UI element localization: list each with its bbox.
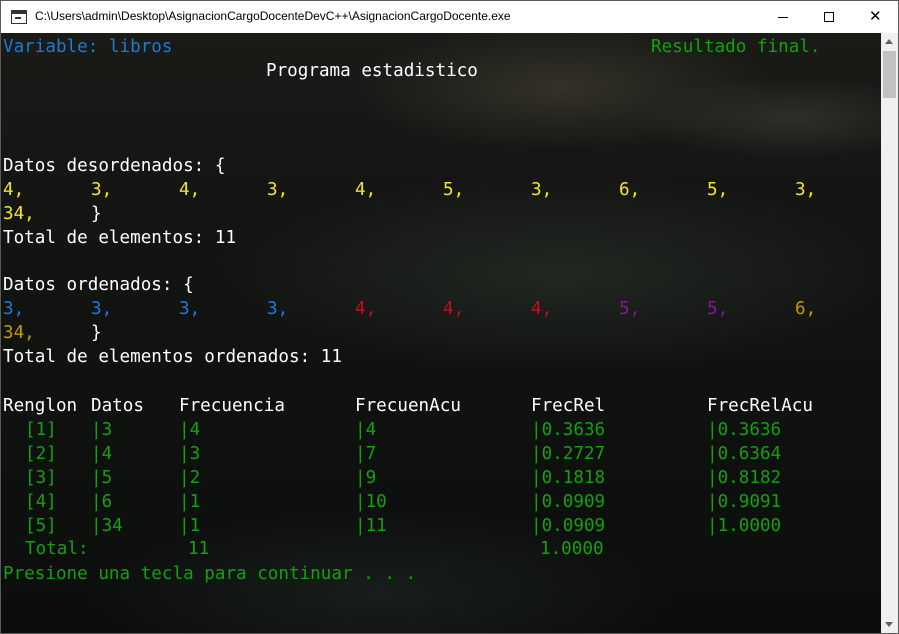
close-button[interactable]: ✕ (852, 1, 898, 33)
table-cell: |11 (355, 516, 387, 536)
header-line: Variable: libros Resultado final. (3, 35, 820, 59)
unordered-last-value: 34, (3, 204, 35, 224)
unordered-close-brace: } (91, 204, 102, 224)
table-total-label: Total: (25, 539, 89, 559)
table-cell: [1] (25, 420, 57, 440)
ordered-value: 5, (619, 299, 641, 319)
table-cell: [5] (25, 516, 57, 536)
table-cell: |10 (355, 492, 387, 512)
ordered-last-value: 34, (3, 323, 35, 343)
result-label: Resultado final. (651, 37, 821, 57)
unordered-value: 4, (3, 180, 25, 200)
vertical-scrollbar[interactable] (881, 33, 898, 633)
table-cell: |4 (355, 420, 377, 440)
scroll-down-arrow[interactable] (881, 616, 898, 633)
table-header-cell: Datos (91, 396, 144, 416)
total-ordered: Total de elementos ordenados: 11 (3, 347, 342, 367)
table-cell: |0.9091 (707, 492, 782, 512)
table-cell: [2] (25, 444, 57, 464)
minimize-button[interactable] (760, 1, 806, 33)
program-title-line: Programa estadistico (3, 59, 478, 83)
unordered-value: 5, (443, 180, 465, 200)
ordered-value: 3, (267, 299, 289, 319)
ordered-value: 4, (443, 299, 465, 319)
ordered-last-row: 34, } (3, 321, 102, 345)
ordered-value: 4, (531, 299, 553, 319)
table-header-cell: FrecRel (531, 396, 606, 416)
maximize-button[interactable] (806, 1, 852, 33)
ordered-value: 5, (707, 299, 729, 319)
program-title: Programa estadistico (266, 61, 478, 81)
console-window: C:\Users\admin\Desktop\AsignacionCargoDo… (0, 0, 899, 634)
window-title: C:\Users\admin\Desktop\AsignacionCargoDo… (35, 9, 511, 23)
total-unordered: Total de elementos: 11 (3, 228, 237, 248)
variable-label: Variable: libros (3, 37, 173, 57)
table-cell: |0.3636 (707, 420, 782, 440)
ordered-value: 6, (795, 299, 817, 319)
table-total-relative: 1.0000 (540, 539, 604, 559)
ordered-value: 3, (91, 299, 113, 319)
table-cell: |3 (179, 444, 201, 464)
table-header-cell: FrecuenAcu (355, 396, 461, 416)
table-cell: |0.2727 (531, 444, 606, 464)
minimize-icon (778, 17, 788, 18)
table-cell: |0.8182 (707, 468, 782, 488)
table-total-row: Total: 11 1.0000 (3, 537, 604, 561)
unordered-last-row: 34, } (3, 202, 102, 226)
ordered-header: Datos ordenados: { (3, 275, 194, 295)
table-cell: |2 (179, 468, 201, 488)
table-header-cell: Frecuencia (179, 396, 285, 416)
table-cell: |9 (355, 468, 377, 488)
unordered-value: 3, (795, 180, 817, 200)
console-app-icon (11, 10, 27, 24)
table-cell: [4] (25, 492, 57, 512)
table-cell: |0.3636 (531, 420, 606, 440)
table-cell: |4 (179, 420, 201, 440)
table-cell: |0.0909 (531, 516, 606, 536)
table-cell: [3] (25, 468, 57, 488)
table-cell: |6 (91, 492, 113, 512)
scroll-up-arrow[interactable] (881, 33, 898, 50)
unordered-value: 6, (619, 180, 641, 200)
scrollbar-thumb[interactable] (883, 51, 896, 98)
continue-prompt: Presione una tecla para continuar . . . (3, 564, 417, 584)
unordered-value: 4, (179, 180, 201, 200)
table-cell: |4 (91, 444, 113, 464)
unordered-value: 5, (707, 180, 729, 200)
table-cell: |0.6364 (707, 444, 782, 464)
table-cell: |0.1818 (531, 468, 606, 488)
ordered-value: 4, (355, 299, 377, 319)
table-header-cell: FrecRelAcu (707, 396, 813, 416)
unordered-value: 3, (531, 180, 553, 200)
ordered-close-brace: } (91, 323, 102, 343)
unordered-value: 3, (267, 180, 289, 200)
unordered-header: Datos desordenados: { (3, 156, 226, 176)
table-cell: |1 (179, 516, 201, 536)
table-cell: |34 (91, 516, 123, 536)
unordered-value: 4, (355, 180, 377, 200)
ordered-value: 3, (3, 299, 25, 319)
table-cell: |7 (355, 444, 377, 464)
table-header-cell: Renglon (3, 396, 78, 416)
console-output[interactable]: Variable: libros Resultado final. Progra… (1, 33, 881, 633)
unordered-value: 3, (91, 180, 113, 200)
table-cell: |0.0909 (531, 492, 606, 512)
title-bar[interactable]: C:\Users\admin\Desktop\AsignacionCargoDo… (1, 1, 898, 33)
table-cell: |3 (91, 420, 113, 440)
table-cell: |1.0000 (707, 516, 782, 536)
ordered-value: 3, (179, 299, 201, 319)
close-icon: ✕ (869, 7, 882, 25)
table-total-frequency: 11 (188, 539, 210, 559)
table-cell: |5 (91, 468, 113, 488)
maximize-icon (824, 12, 834, 22)
table-cell: |1 (179, 492, 201, 512)
